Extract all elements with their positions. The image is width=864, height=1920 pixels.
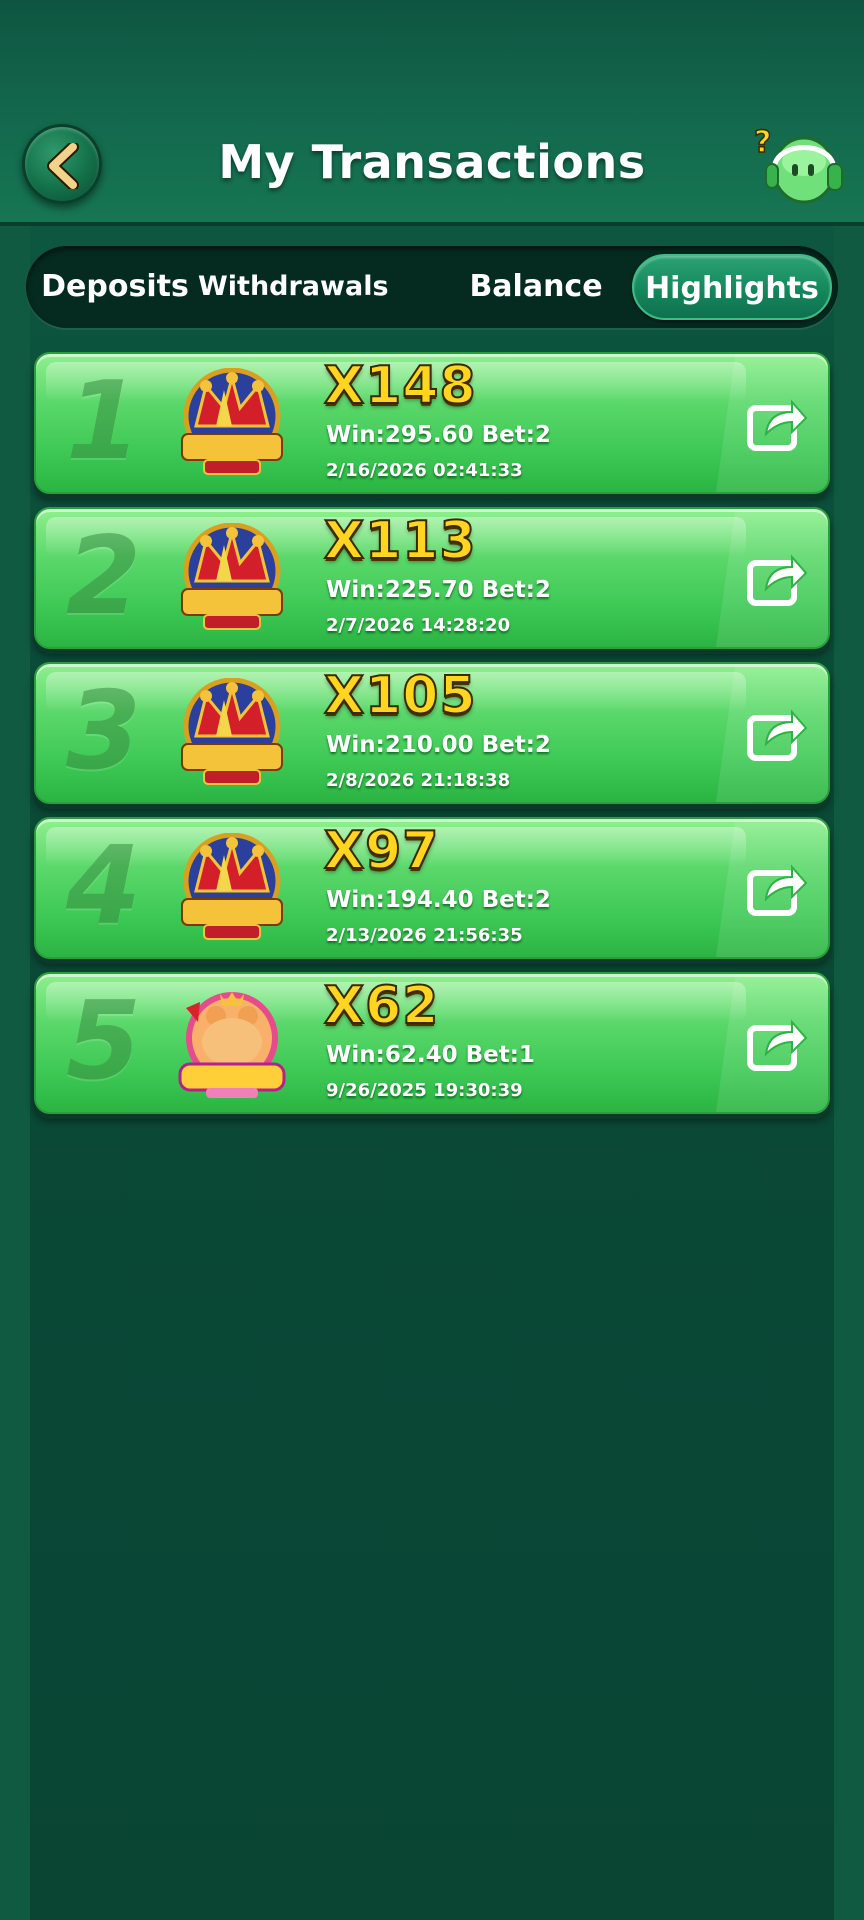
win-bet-text: Win:295.60 Bet:2	[326, 422, 551, 448]
date-text: 2/16/2026 02:41:33	[326, 460, 523, 481]
tab-balance[interactable]: Balance	[456, 254, 616, 320]
multiplier-value: X148	[323, 356, 477, 416]
win-bet-text: Win:210.00 Bet:2	[326, 732, 551, 758]
date-text: 2/13/2026 21:56:35	[326, 925, 523, 946]
share-icon[interactable]	[746, 704, 808, 762]
tab-withdrawals[interactable]: Withdrawals	[198, 254, 389, 320]
date-text: 9/26/2025 19:30:39	[326, 1080, 523, 1101]
rank-number: 5	[66, 979, 142, 1104]
rank-number: 2	[66, 514, 142, 639]
share-icon[interactable]	[746, 859, 808, 917]
date-text: 2/7/2026 14:28:20	[326, 615, 511, 636]
tab-highlights[interactable]: Highlights	[632, 254, 832, 320]
support-headset-icon: ?	[753, 124, 843, 204]
tab-deposits[interactable]: Deposits	[36, 254, 194, 320]
share-icon[interactable]	[746, 549, 808, 607]
win-bet-text: Win:194.40 Bet:2	[326, 887, 551, 913]
highlight-card[interactable]: 2 X113 Win:225.70 Bet:2 2/7/2026 14:28:2…	[34, 507, 830, 649]
highlight-card[interactable]: 3 X105 Win:210.00 Bet:2 2/8/2026 21:18:3…	[34, 662, 830, 804]
right-rail	[834, 226, 864, 1920]
page-title: My Transactions	[218, 135, 646, 189]
tab-bar: Deposits Withdrawals Balance Highlights	[26, 246, 838, 328]
super-ace-game-icon	[181, 368, 283, 475]
svg-text:?: ?	[754, 125, 771, 160]
super-ace-game-icon	[181, 833, 283, 940]
highlight-card[interactable]: 1 X148 Win:295.60 Bet:2 2/16/2026 02:41:…	[34, 352, 830, 494]
win-bet-text: Win:225.70 Bet:2	[326, 577, 551, 603]
multiplier-value: X113	[323, 511, 477, 571]
super-ace-game-icon	[181, 523, 283, 630]
date-text: 2/8/2026 21:18:38	[326, 770, 511, 791]
share-icon[interactable]	[746, 394, 808, 452]
multiplier-value: X97	[323, 821, 440, 881]
support-button[interactable]: ?	[752, 118, 848, 214]
sugar-game-icon	[178, 992, 286, 1098]
highlight-card[interactable]: 5 X62 Win:62.40 Bet:1 9/26/2025 19:30:39	[34, 972, 830, 1114]
multiplier-value: X105	[323, 666, 477, 726]
super-ace-game-icon	[181, 678, 283, 785]
rank-number: 4	[66, 824, 142, 949]
share-icon[interactable]	[746, 1014, 808, 1072]
rank-number: 1	[66, 359, 142, 484]
top-bar: My Transactions ?	[0, 0, 864, 226]
multiplier-value: X62	[323, 976, 440, 1036]
left-rail	[0, 226, 30, 1920]
win-bet-text: Win:62.40 Bet:1	[326, 1042, 535, 1068]
rank-number: 3	[66, 669, 142, 794]
highlight-card[interactable]: 4 X97 Win:194.40 Bet:2 2/13/2026 21:56:3…	[34, 817, 830, 959]
